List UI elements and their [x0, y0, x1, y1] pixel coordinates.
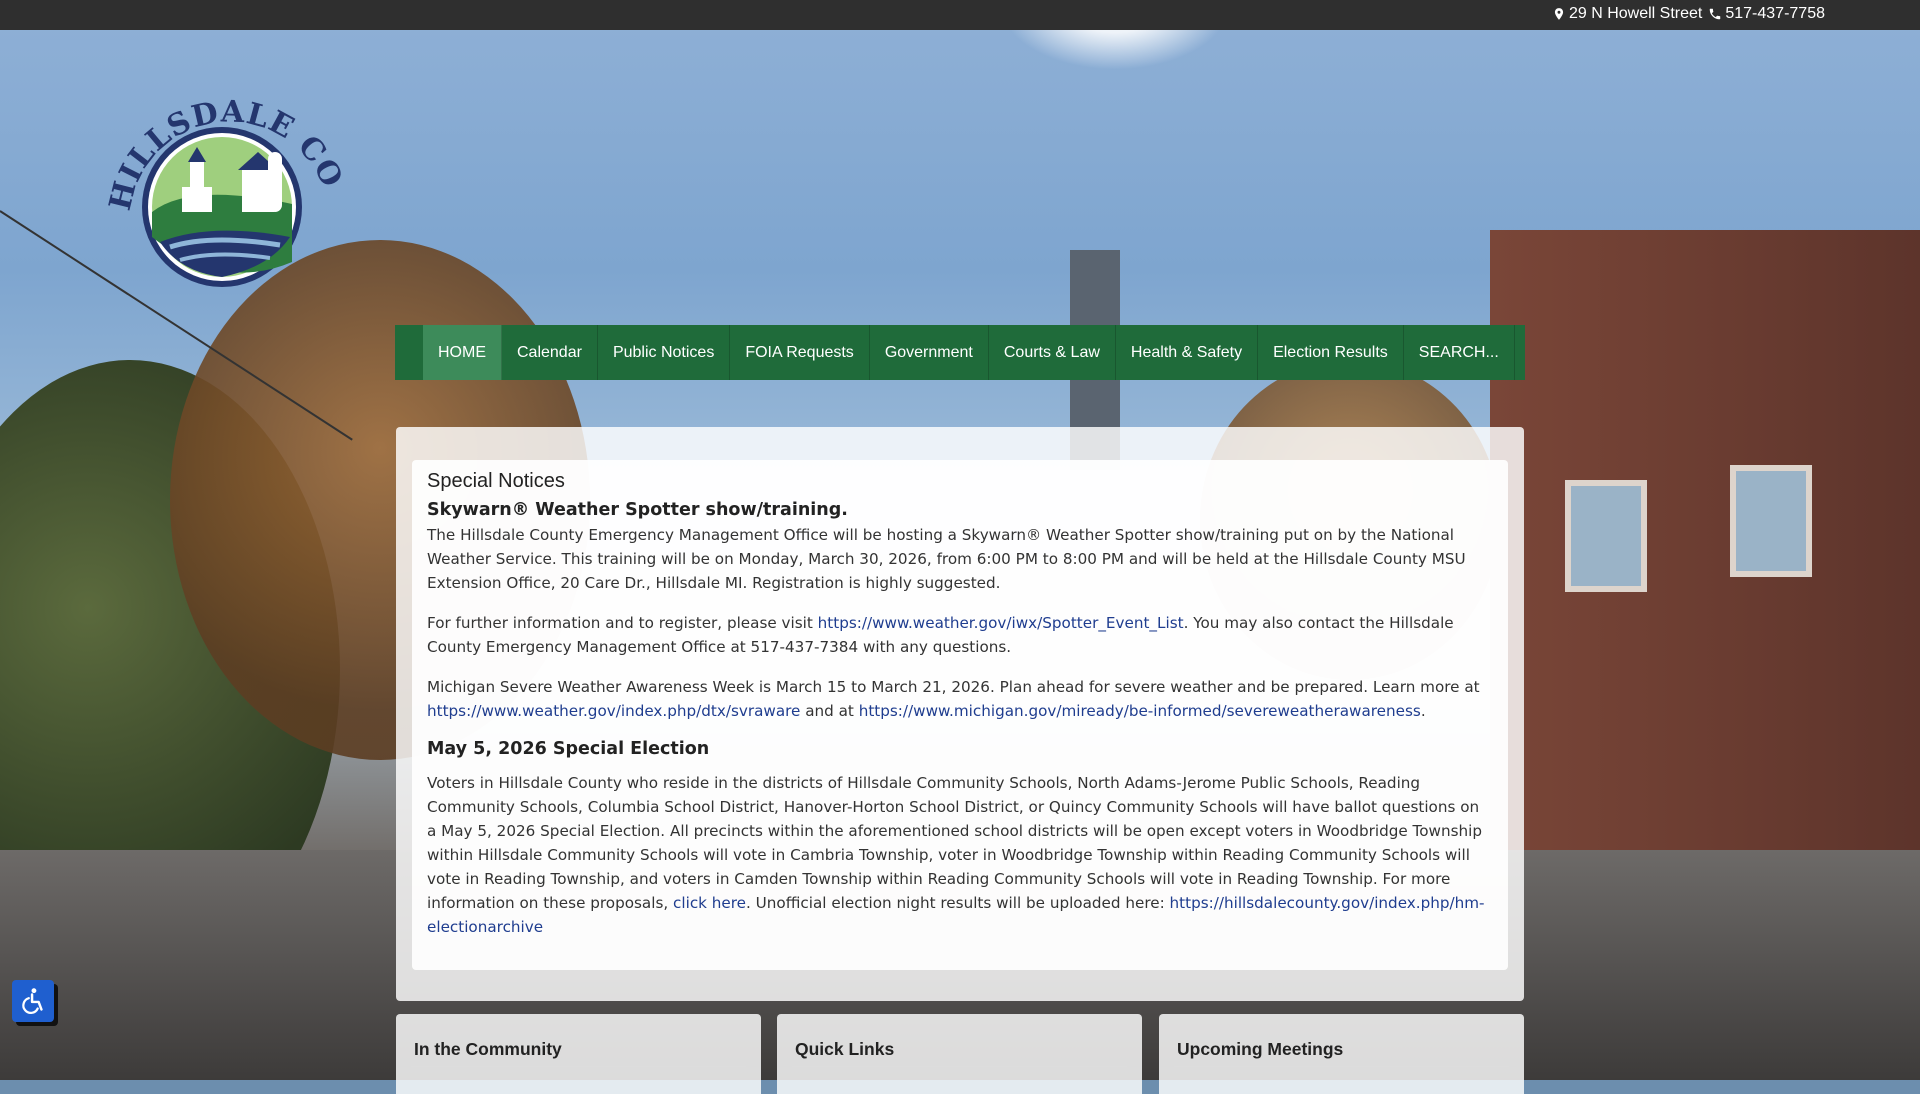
- special-notices-panel: Special Notices Skywarn® Weather Spotter…: [396, 427, 1524, 1001]
- main-nav: HOME Calendar Public Notices FOIA Reques…: [395, 325, 1525, 380]
- text-segment: For further information and to register,…: [427, 614, 818, 632]
- text-segment: Michigan Severe Weather Awareness Week i…: [427, 678, 1480, 696]
- svraware-link[interactable]: https://www.weather.gov/index.php/dtx/sv…: [427, 702, 800, 720]
- skywarn-title: Skywarn® Weather Spotter show/training.: [427, 500, 848, 520]
- phone[interactable]: 517-437-7758: [1708, 5, 1825, 23]
- text-segment: .: [1420, 702, 1426, 720]
- quick-links-card: Quick Links: [777, 1014, 1142, 1094]
- accessibility-button[interactable]: [12, 980, 54, 1022]
- election-title: May 5, 2026 Special Election: [427, 739, 710, 759]
- contact-info: 29 N Howell Street 517-437-7758: [1552, 5, 1825, 23]
- nav-search[interactable]: SEARCH...: [1404, 325, 1515, 380]
- spotter-event-link[interactable]: https://www.weather.gov/iwx/Spotter_Even…: [818, 614, 1184, 632]
- quick-links-card-title: Quick Links: [795, 1039, 895, 1059]
- special-notices-heading: Special Notices: [427, 470, 565, 492]
- community-card: In the Community: [396, 1014, 761, 1094]
- text-segment: . Unofficial election night results will…: [746, 894, 1170, 912]
- map-marker-icon: [1554, 8, 1564, 20]
- text-segment: Voters in Hillsdale County who reside in…: [427, 774, 1482, 912]
- nav-home[interactable]: HOME: [423, 325, 502, 380]
- community-card-title: In the Community: [414, 1039, 562, 1059]
- election-paragraph: Voters in Hillsdale County who reside in…: [427, 771, 1493, 939]
- building-window: [1565, 480, 1647, 592]
- county-logo[interactable]: HILLSDALE COUNTY: [86, 35, 349, 292]
- nav-calendar[interactable]: Calendar: [502, 325, 598, 380]
- skywarn-paragraph-3: Michigan Severe Weather Awareness Week i…: [427, 675, 1493, 723]
- special-notices-card: Special Notices Skywarn® Weather Spotter…: [412, 460, 1508, 970]
- click-here-link[interactable]: click here: [673, 894, 746, 912]
- address[interactable]: 29 N Howell Street: [1552, 5, 1702, 23]
- upcoming-meetings-card: Upcoming Meetings: [1159, 1014, 1524, 1094]
- skywarn-paragraph-2: For further information and to register,…: [427, 611, 1493, 659]
- nav-election-results[interactable]: Election Results: [1258, 325, 1404, 380]
- nav-courts-law[interactable]: Courts & Law: [989, 325, 1116, 380]
- severe-weather-awareness-link[interactable]: https://www.michigan.gov/miready/be-info…: [859, 702, 1421, 720]
- nav-health-safety[interactable]: Health & Safety: [1116, 325, 1259, 380]
- skywarn-paragraph-1: The Hillsdale County Emergency Managemen…: [427, 526, 1466, 592]
- upcoming-meetings-card-title: Upcoming Meetings: [1177, 1039, 1344, 1059]
- nav-government[interactable]: Government: [870, 325, 989, 380]
- phone-text: 517-437-7758: [1725, 5, 1825, 22]
- phone-icon: [1710, 8, 1721, 20]
- top-bar: 29 N Howell Street 517-437-7758: [0, 0, 1920, 30]
- nav-public-notices[interactable]: Public Notices: [598, 325, 731, 380]
- address-text: 29 N Howell Street: [1568, 5, 1703, 22]
- text-segment: and at: [800, 702, 859, 720]
- wheelchair-icon: [22, 988, 43, 1015]
- nav-foia-requests[interactable]: FOIA Requests: [730, 325, 870, 380]
- building-window: [1730, 465, 1812, 577]
